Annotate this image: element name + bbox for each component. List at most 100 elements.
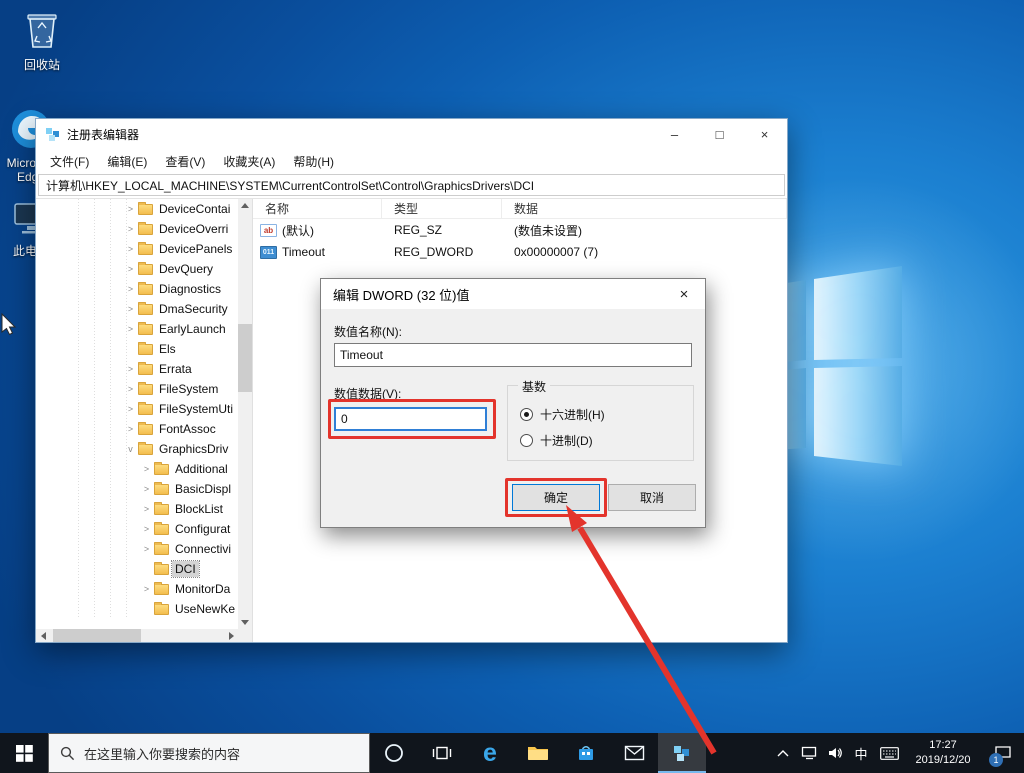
tree-item[interactable]: > Errata	[36, 359, 238, 379]
expand-arrow-icon[interactable]: >	[140, 524, 153, 534]
volume-tray-button[interactable]	[822, 733, 848, 773]
expand-arrow-icon[interactable]: >	[124, 404, 137, 414]
tree-item[interactable]: > FontAssoc	[36, 419, 238, 439]
column-header-data[interactable]: 数据	[502, 199, 787, 218]
start-button[interactable]	[0, 733, 48, 773]
expand-arrow-icon[interactable]: >	[124, 424, 137, 434]
tree-item[interactable]: > DevicePanels	[36, 239, 238, 259]
tray-expand-button[interactable]	[770, 733, 796, 773]
expand-arrow-icon[interactable]: >	[140, 484, 153, 494]
value-row[interactable]: 011 Timeout REG_DWORD 0x00000007 (7)	[253, 241, 787, 263]
expand-arrow-icon[interactable]: >	[124, 224, 137, 234]
dec-radio-row[interactable]: 十进制(D)	[520, 432, 593, 449]
ime-indicator[interactable]: 中	[848, 733, 874, 773]
close-button[interactable]: ×	[742, 119, 787, 149]
title-bar[interactable]: 注册表编辑器 – □ ×	[36, 119, 787, 149]
recycle-bin-icon[interactable]: 回收站	[10, 6, 74, 72]
tree-item[interactable]: > DeviceContai	[36, 199, 238, 219]
expand-arrow-icon[interactable]: >	[124, 244, 137, 254]
tree-item[interactable]: > Connectivi	[36, 539, 238, 559]
tree-item[interactable]: Els	[36, 339, 238, 359]
network-tray-button[interactable]	[796, 733, 822, 773]
mail-icon	[624, 745, 644, 761]
tree-item-label: DevQuery	[159, 262, 214, 276]
dec-radio-button[interactable]	[520, 434, 533, 447]
taskbar-search[interactable]: 在这里输入你要搜索的内容	[48, 733, 370, 773]
horizontal-scroll-thumb[interactable]	[53, 629, 141, 642]
system-tray: 中 17:27 2019/12/20 1	[770, 733, 1024, 773]
tree-vertical-scrollbar[interactable]	[238, 199, 252, 629]
scroll-right-arrow[interactable]	[224, 629, 238, 642]
expand-arrow-icon[interactable]: >	[140, 584, 153, 594]
tree-item[interactable]: > DeviceOverri	[36, 219, 238, 239]
scroll-up-arrow[interactable]	[238, 199, 252, 212]
hex-radio-button[interactable]	[520, 408, 533, 421]
tree-item[interactable]: > DmaSecurity	[36, 299, 238, 319]
tree-item[interactable]: UseNewKe	[36, 599, 238, 619]
mail-button[interactable]	[610, 733, 658, 773]
cancel-button[interactable]: 取消	[608, 484, 696, 511]
tree-rows: > DeviceContai > DeviceOverri > DevicePa…	[36, 199, 238, 629]
tree-item[interactable]: > DevQuery	[36, 259, 238, 279]
column-header-type[interactable]: 类型	[382, 199, 502, 218]
expand-arrow-icon[interactable]: >	[140, 464, 153, 474]
address-field[interactable]: 计算机\HKEY_LOCAL_MACHINE\SYSTEM\CurrentCon…	[38, 174, 785, 196]
folder-icon	[138, 381, 153, 395]
file-explorer-button[interactable]	[514, 733, 562, 773]
tree-item[interactable]: > MonitorDa	[36, 579, 238, 599]
expand-arrow-icon[interactable]: >	[124, 264, 137, 274]
tree-item[interactable]: v GraphicsDriv	[36, 439, 238, 459]
address-bar: 计算机\HKEY_LOCAL_MACHINE\SYSTEM\CurrentCon…	[36, 173, 787, 199]
scroll-down-arrow[interactable]	[238, 616, 252, 629]
column-header-name[interactable]: 名称	[253, 199, 382, 218]
expand-arrow-icon[interactable]: >	[124, 204, 137, 214]
value-row[interactable]: ab (默认) REG_SZ (数值未设置)	[253, 219, 787, 241]
tree-item[interactable]: DCI	[36, 559, 238, 579]
expand-arrow-icon[interactable]: >	[124, 324, 137, 334]
expand-arrow-icon[interactable]: >	[140, 504, 153, 514]
dialog-close-button[interactable]: ×	[663, 279, 705, 309]
menu-item[interactable]: 帮助(H)	[284, 153, 343, 170]
hex-radio-row[interactable]: 十六进制(H)	[520, 406, 605, 423]
action-center-button[interactable]: 1	[982, 733, 1024, 773]
touch-keyboard-button[interactable]	[874, 733, 904, 773]
edge-taskbar-button[interactable]: e	[466, 733, 514, 773]
tree-item[interactable]: > FileSystemUti	[36, 399, 238, 419]
tree-item[interactable]: > Diagnostics	[36, 279, 238, 299]
dialog-title-bar[interactable]: 编辑 DWORD (32 位)值 ×	[321, 279, 705, 309]
expand-arrow-icon[interactable]: >	[124, 304, 137, 314]
menu-item[interactable]: 文件(F)	[41, 153, 98, 170]
value-data-input[interactable]: 0	[334, 407, 487, 431]
expand-arrow-icon[interactable]: >	[124, 364, 137, 374]
tree-item[interactable]: > EarlyLaunch	[36, 319, 238, 339]
expand-arrow-icon[interactable]: >	[124, 384, 137, 394]
minimize-button[interactable]: –	[652, 119, 697, 149]
regedit-taskbar-button[interactable]	[658, 733, 706, 773]
edit-dword-dialog: 编辑 DWORD (32 位)值 × 数值名称(N): Timeout 数值数据…	[320, 278, 706, 528]
vertical-scroll-thumb[interactable]	[238, 324, 252, 392]
tree-item[interactable]: > FileSystem	[36, 379, 238, 399]
tree-item-label: Configurat	[175, 522, 231, 536]
folder-icon	[154, 541, 169, 555]
tree-item[interactable]: > Additional	[36, 459, 238, 479]
menu-item[interactable]: 查看(V)	[156, 153, 214, 170]
expand-arrow-icon[interactable]: v	[124, 444, 137, 454]
tree-item-label: DeviceContai	[159, 202, 231, 216]
menu-item[interactable]: 编辑(E)	[98, 153, 156, 170]
tree-item[interactable]: > BlockList	[36, 499, 238, 519]
folder-icon	[154, 521, 169, 535]
task-view-button[interactable]	[418, 733, 466, 773]
expand-arrow-icon[interactable]: >	[140, 544, 153, 554]
tree-horizontal-scrollbar[interactable]	[36, 629, 238, 642]
taskbar-clock[interactable]: 17:27 2019/12/20	[904, 733, 982, 773]
tree-item[interactable]: > BasicDispl	[36, 479, 238, 499]
store-button[interactable]	[562, 733, 610, 773]
cortana-button[interactable]	[370, 733, 418, 773]
menu-item[interactable]: 收藏夹(A)	[214, 153, 284, 170]
tree-item[interactable]: > Configurat	[36, 519, 238, 539]
ok-button[interactable]: 确定	[512, 484, 600, 511]
expand-arrow-icon[interactable]: >	[124, 284, 137, 294]
value-name-input[interactable]: Timeout	[334, 343, 692, 367]
maximize-button[interactable]: □	[697, 119, 742, 149]
scroll-left-arrow[interactable]	[36, 629, 50, 642]
